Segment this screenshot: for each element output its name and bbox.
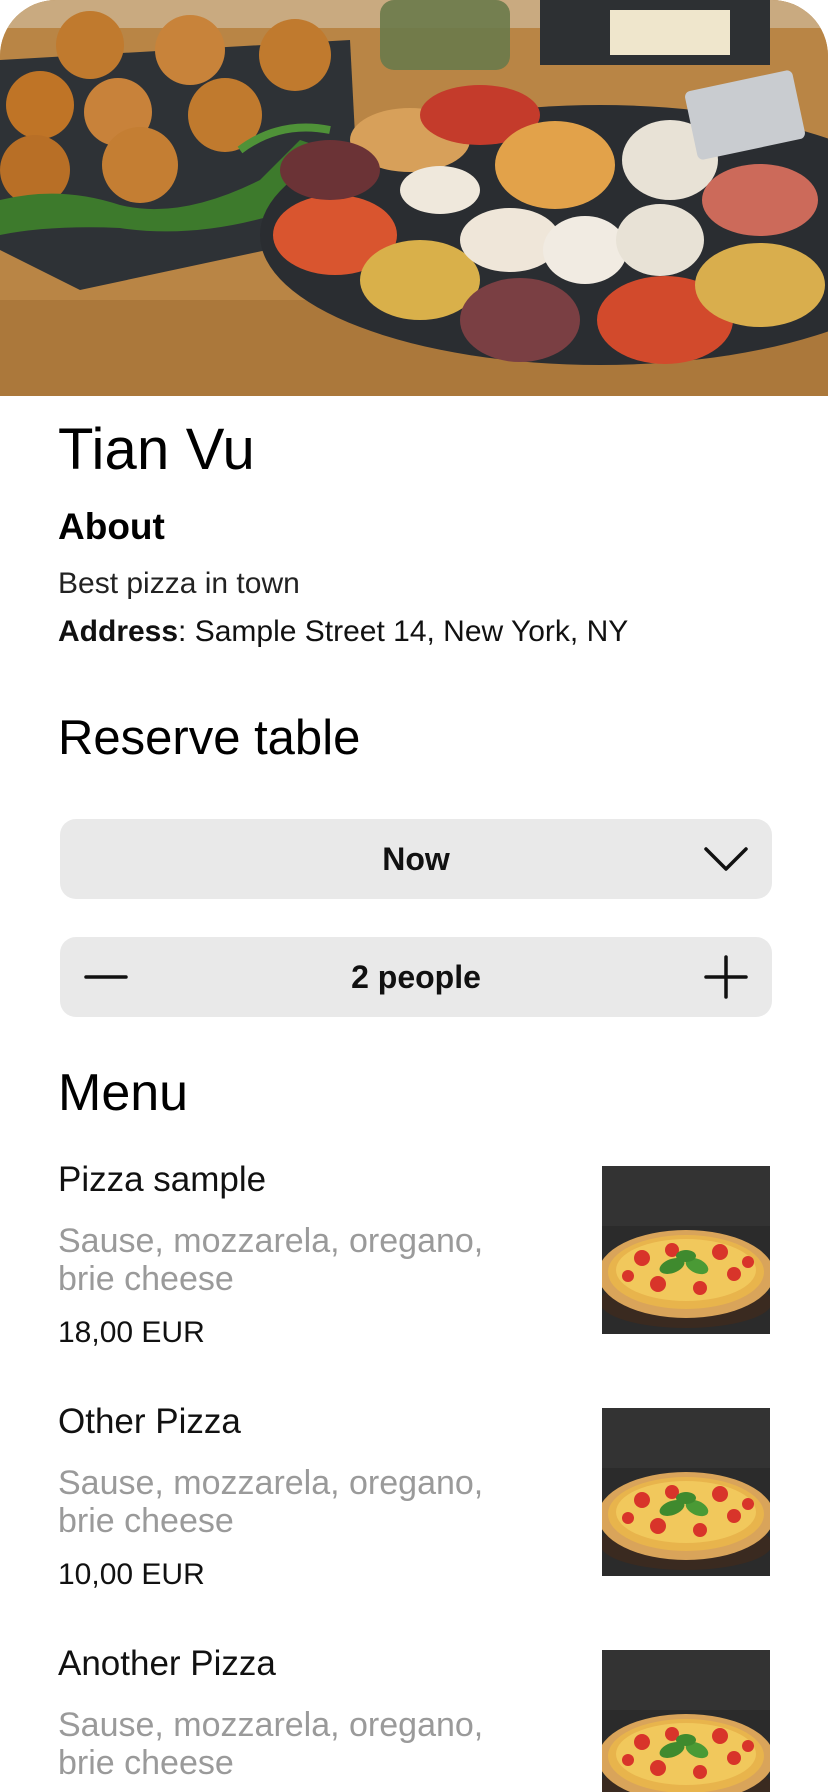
address-value: : Sample Street 14, New York, NY (178, 615, 629, 648)
reservation-time-select[interactable]: Now (60, 819, 772, 899)
address-label: Address (58, 615, 179, 648)
hero-food-photo (0, 0, 828, 396)
menu-item[interactable]: Pizza sample Sause, mozzarela, oregano, … (58, 1160, 772, 1350)
pizza-photo (602, 1650, 770, 1792)
plus-icon[interactable] (700, 951, 752, 1003)
menu-item-price: 18,00 EUR (58, 1316, 205, 1349)
menu-item-description: Sause, mozzarela, oregano, brie cheese (58, 1222, 484, 1298)
menu-item-description: Sause, mozzarela, oregano, brie cheese (58, 1706, 484, 1782)
menu-item-price: 10,00 EUR (58, 1558, 205, 1591)
menu-item-description: Sause, mozzarela, oregano, brie cheese (58, 1464, 484, 1540)
reserve-table-heading: Reserve table (58, 711, 361, 765)
menu-item[interactable]: Another Pizza Sause, mozzarela, oregano,… (58, 1644, 772, 1792)
about-heading: About (58, 506, 165, 547)
menu-item[interactable]: Other Pizza Sause, mozzarela, oregano, b… (58, 1402, 772, 1592)
chevron-down-icon (704, 847, 748, 871)
address-line: Address: Sample Street 14, New York, NY (58, 614, 628, 650)
party-size-value: 2 people (351, 959, 481, 995)
pizza-photo (602, 1408, 770, 1576)
menu-heading: Menu (58, 1064, 189, 1122)
menu-item-name: Another Pizza (58, 1644, 276, 1683)
restaurant-screen: Tian Vu About Best pizza in town Address… (0, 0, 828, 1792)
reservation-time-value: Now (382, 841, 450, 877)
about-description: Best pizza in town (58, 567, 300, 600)
pizza-photo (602, 1166, 770, 1334)
party-size-stepper: 2 people (60, 937, 772, 1017)
menu-item-name: Other Pizza (58, 1402, 241, 1441)
menu-item-name: Pizza sample (58, 1160, 267, 1199)
restaurant-name: Tian Vu (58, 417, 255, 482)
